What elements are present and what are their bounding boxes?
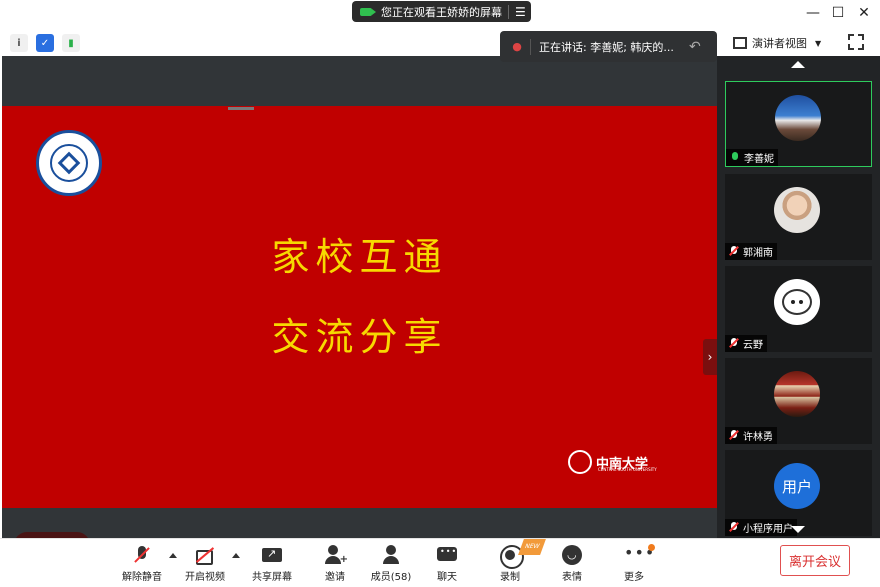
avatar [774,279,820,325]
leave-meeting-button[interactable]: 离开会议 [780,545,850,576]
mic-speaking-icon [730,152,740,163]
share-screen-icon [261,545,283,565]
muted-mic-icon [729,430,739,441]
avatar [774,187,820,233]
share-notice-text: 您正在观看王娇娇的屏幕 [381,5,502,19]
share-screen-label: 共享屏幕 [252,572,292,583]
maximize-icon[interactable]: ☐ [830,5,846,21]
members-button[interactable]: 成员(58) [361,545,421,583]
participant-name-bar: 小程序用户 [725,519,797,536]
seal-icon [568,450,592,474]
invite-icon: + [324,545,348,565]
title-bar: 您正在观看王娇娇的屏幕 ☰ — ☐ ✕ i ✓ ▮ ● 正在讲话: 李善妮; 韩… [0,0,880,62]
collapse-gallery-button[interactable]: › [703,339,717,375]
participant-name: 许林勇 [743,432,773,443]
avatar [774,371,820,417]
unmute-label: 解除静音 [122,572,162,583]
slide-top-mark [228,107,254,110]
members-label: 成员(58) [370,572,412,583]
invite-label: 邀请 [325,572,345,583]
reactions-button[interactable]: 表情 [542,545,602,583]
slide-title-line-2: 交流分享 [271,315,448,359]
brand-subtitle: CENTRAL SOUTH UNIVERSITY [598,467,657,472]
close-icon[interactable]: ✕ [856,5,872,21]
share-screen-button[interactable]: 共享屏幕 [242,545,302,583]
info-icon[interactable]: i [10,34,28,52]
start-video-button[interactable]: 开启视频 [175,545,235,583]
participant-name: 云野 [743,340,763,351]
participant-gallery: 李善妮 郭湘南 云野 许林勇 用户 小程序用户 [717,56,880,538]
participant-name-bar: 许林勇 [725,427,777,444]
participant-tile[interactable]: 郭湘南 [725,174,872,260]
muted-mic-icon [729,246,739,257]
participant-name-bar: 郭湘南 [725,243,777,260]
video-off-icon [194,545,216,565]
meeting-toolbar: 解除静音 开启视频 共享屏幕 + 邀请 成员(58) 聊天 录制 NEW 表情 … [0,538,880,587]
video-options-caret[interactable] [232,553,240,558]
menu-icon[interactable]: ☰ [515,5,526,19]
fullscreen-icon[interactable] [848,34,864,50]
scroll-down-icon[interactable] [791,526,805,533]
members-icon [380,545,402,565]
participant-name: 郭湘南 [743,248,773,259]
participant-name-bar: 云野 [725,335,767,352]
more-label: 更多 [624,572,644,583]
divider [508,4,509,19]
signal-icon[interactable]: ▮ [62,34,80,52]
scroll-up-icon[interactable] [791,61,805,68]
participant-tile[interactable]: 李善妮 [725,81,872,167]
presentation-slide: 家校互通 交流分享 中南大学 CENTRAL SOUTH UNIVERSITY … [2,106,717,558]
slide-title-line-1: 家校互通 [271,235,448,279]
view-mode-label: 演讲者视图 [752,37,807,50]
reactions-label: 表情 [562,572,582,583]
participant-name-bar: 李善妮 [726,149,778,166]
active-speaker-text: 正在讲话: 李善妮; 韩庆的... [539,40,674,54]
active-speaker-bar[interactable]: ● 正在讲话: 李善妮; 韩庆的... ↶ [500,31,717,62]
shield-icon[interactable]: ✓ [36,34,54,52]
muted-mic-icon [729,338,739,349]
participant-name: 小程序用户 [743,524,793,535]
chat-icon [436,545,458,565]
avatar: 用户 [774,463,820,509]
unmute-button[interactable]: 解除静音 [112,545,172,583]
start-video-label: 开启视频 [185,572,225,583]
record-label: 录制 [500,572,520,583]
chat-button[interactable]: 聊天 [417,545,477,583]
shared-screen-area: 家校互通 交流分享 中南大学 CENTRAL SOUTH UNIVERSITY … [2,56,717,558]
screen-share-notice[interactable]: 您正在观看王娇娇的屏幕 ☰ [352,1,531,22]
divider [530,38,531,55]
participant-tile[interactable]: 许林勇 [725,358,872,444]
emoji-icon [561,545,583,565]
screen-share-icon [360,7,376,16]
more-icon [623,543,655,565]
muted-mic-icon [729,522,739,533]
chevron-down-icon: ▼ [815,38,822,48]
speaker-view-icon [733,37,747,49]
invite-button[interactable]: + 邀请 [305,545,365,583]
participant-tile[interactable]: 用户 小程序用户 [725,450,872,536]
university-seal-logo [36,130,102,196]
meeting-info-icons: i ✓ ▮ [10,34,80,52]
notification-dot [648,544,655,551]
participant-tile[interactable]: 云野 [725,266,872,352]
muted-mic-icon: ● [512,40,522,53]
muted-mic-icon [131,545,153,565]
minimize-icon[interactable]: — [805,5,821,21]
view-mode-button[interactable]: 演讲者视图 ▼ [733,33,833,53]
avatar [775,95,821,141]
return-icon[interactable]: ↶ [689,39,701,55]
more-button[interactable]: 更多 [604,543,664,583]
participant-name: 李善妮 [744,154,774,165]
record-icon [499,545,524,569]
chat-label: 聊天 [437,572,457,583]
university-brand-logo: 中南大学 CENTRAL SOUTH UNIVERSITY [568,450,657,474]
